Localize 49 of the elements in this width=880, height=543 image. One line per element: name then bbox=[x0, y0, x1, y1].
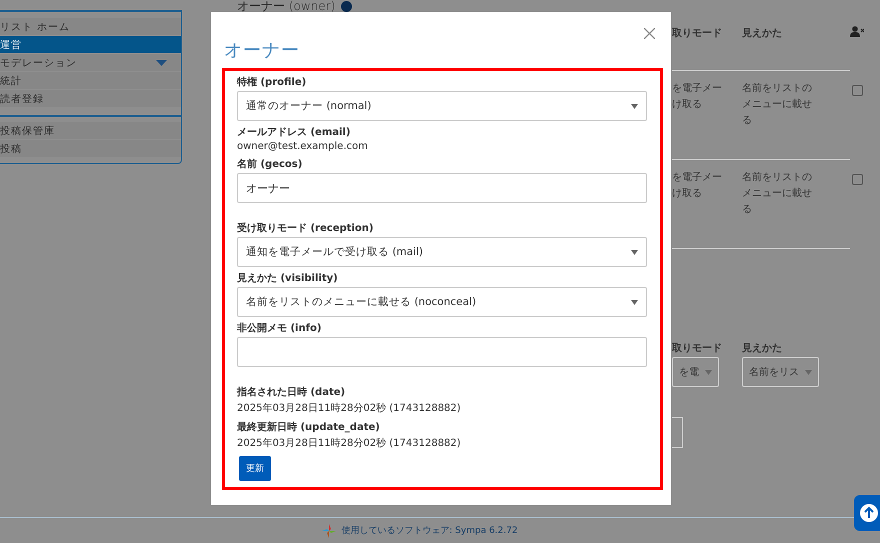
field-label: 指名された日時 (date) bbox=[237, 386, 346, 399]
sidebar-item[interactable]: 投稿保管庫 bbox=[0, 122, 181, 140]
column-header: 取りモード bbox=[672, 342, 723, 355]
select-field[interactable]: 通知を電子メールで受け取る (mail) bbox=[237, 237, 647, 267]
field-value: 2025年03月28日11時28分02秒 (1743128882) bbox=[237, 436, 462, 450]
sidebar-item[interactable]: リスト ホーム bbox=[0, 18, 181, 36]
logo-icon bbox=[322, 524, 336, 538]
field-label: 受け取りモード (reception) bbox=[237, 222, 374, 235]
field-label: メールアドレス (email) bbox=[237, 126, 352, 139]
sidebar-item[interactable]: モデレーション bbox=[0, 54, 181, 72]
caret-icon bbox=[705, 370, 712, 374]
field-label: 最終更新日時 (update_date) bbox=[237, 420, 381, 434]
field-label: 名前 (gecos) bbox=[237, 158, 304, 171]
table-cell-text: を電子メー け取る bbox=[672, 82, 723, 112]
row-checkbox[interactable] bbox=[852, 174, 863, 185]
modal-title: オーナー bbox=[224, 39, 300, 62]
select-field[interactable]: を電 bbox=[672, 357, 719, 387]
field-value: owner@test.example.com bbox=[237, 141, 369, 152]
page-heading: オーナー (owner) bbox=[237, 0, 336, 12]
scroll-top-button[interactable] bbox=[854, 495, 880, 531]
caret-icon bbox=[631, 250, 638, 254]
table-cell-text: 名前をリストのメニューに載せる bbox=[742, 82, 813, 128]
select-field[interactable]: 名前をリストのメニューに載せる (noconceal) bbox=[237, 287, 647, 317]
table-cell-text: を電子メー け取る bbox=[672, 171, 723, 201]
field-label: 非公開メモ (info) bbox=[237, 322, 322, 335]
update-button[interactable]: 更新 bbox=[239, 456, 271, 481]
select-field[interactable]: 通常のオーナー (normal) bbox=[237, 91, 647, 121]
column-header: 見えかた bbox=[742, 27, 783, 41]
field-value: 2025年03月28日11時28分02秒 (1743128882) bbox=[237, 402, 462, 415]
caret-icon bbox=[805, 370, 812, 374]
row-checkbox[interactable] bbox=[852, 85, 863, 96]
field-label: 特権 (profile) bbox=[237, 76, 308, 89]
arrow-up-icon bbox=[860, 504, 878, 522]
sidebar-item[interactable]: 投稿 bbox=[0, 140, 181, 158]
footer-text: 使用しているソフトウェア: Sympa 6.2.72 bbox=[341, 524, 518, 537]
table-cell-text: 名前をリストのメニューに載せる bbox=[742, 171, 813, 217]
caret-icon bbox=[631, 104, 638, 108]
select-field[interactable]: 名前をリス bbox=[742, 357, 819, 387]
input-field[interactable] bbox=[237, 337, 647, 367]
sidebar-item[interactable]: 運営 bbox=[0, 36, 181, 54]
field-label: 見えかた (visibility) bbox=[237, 272, 339, 285]
remove-user-icon[interactable] bbox=[850, 26, 864, 37]
column-header: 見えかた bbox=[742, 342, 783, 355]
sidebar-item[interactable]: 読者登録 bbox=[0, 90, 181, 108]
sidebar-item[interactable]: 統計 bbox=[0, 72, 181, 90]
input-field[interactable]: オーナー bbox=[237, 173, 647, 203]
close-icon[interactable] bbox=[644, 28, 655, 39]
column-header: 取りモード bbox=[672, 26, 723, 41]
caret-icon bbox=[631, 300, 638, 304]
